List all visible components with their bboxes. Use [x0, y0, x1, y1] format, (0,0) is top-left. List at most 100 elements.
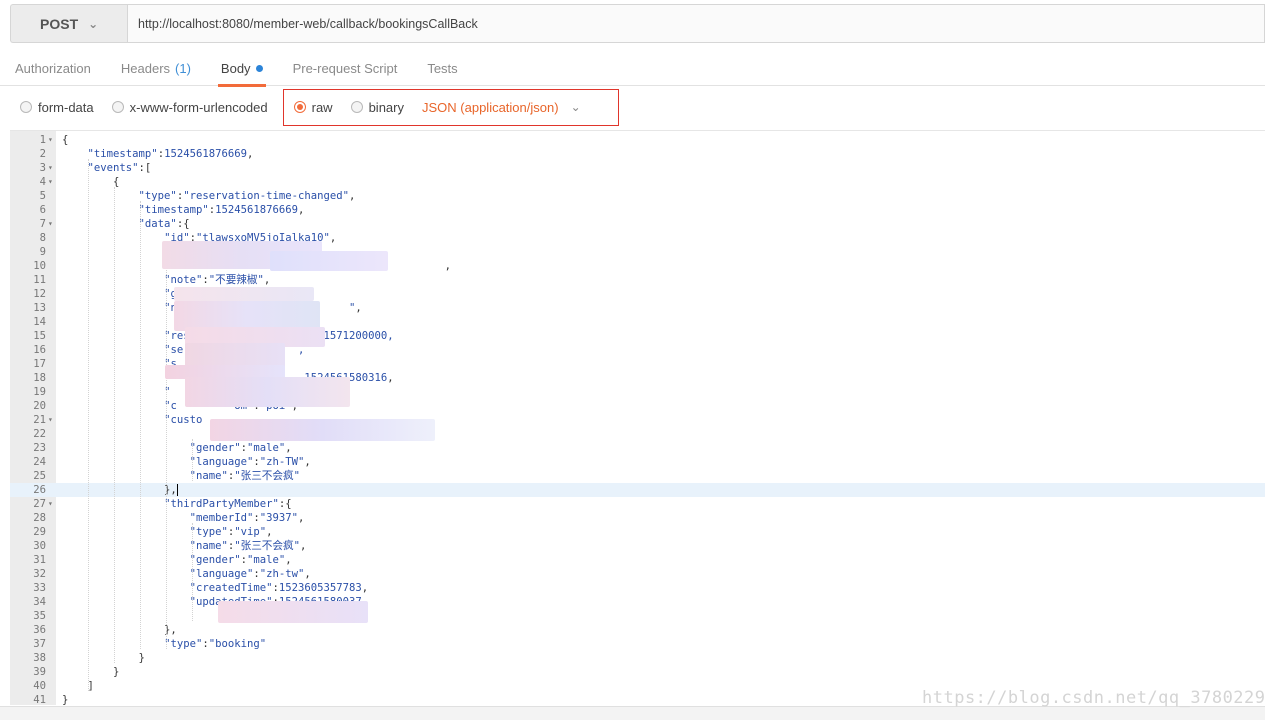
line-number: 1: [39, 134, 46, 146]
line-number: 36: [33, 624, 46, 636]
editor-line[interactable]: 33 "createdTime":1523605357783,: [10, 581, 1265, 595]
redaction-mosaic: [270, 251, 388, 271]
code-text: "type":"vip",: [189, 526, 273, 538]
fold-toggle-icon[interactable]: ▾: [48, 413, 53, 427]
mode-label: x-www-form-urlencoded: [129, 99, 268, 115]
line-number: 33: [33, 582, 46, 594]
redaction-mosaic: [210, 419, 435, 441]
editor-line[interactable]: 1 ▾ {: [10, 133, 1265, 147]
editor-line[interactable]: 24 "language":"zh-TW",: [10, 455, 1265, 469]
code-text: "data":{: [138, 218, 190, 230]
code-text: {: [62, 176, 120, 188]
indent-guide: [166, 243, 167, 649]
request-bar: POST ⌄ http://localhost:8080/member-web/…: [10, 4, 1265, 43]
tab-pre-request-script[interactable]: Pre-request Script: [278, 50, 413, 86]
mode-form-data[interactable]: form-data: [20, 100, 94, 115]
editor-line[interactable]: 37 "type":"booking": [10, 637, 1265, 651]
code-text: }: [62, 652, 145, 664]
headers-count-badge: (1): [175, 60, 191, 76]
editor-line[interactable]: 32 "language":"zh-tw",: [10, 567, 1265, 581]
line-number: 6: [39, 204, 46, 216]
editor-line[interactable]: 30 "name":"张三不会疯",: [10, 539, 1265, 553]
line-number: 38: [33, 652, 46, 664]
line-number: 2: [39, 148, 46, 160]
code-text: ]: [62, 680, 94, 692]
code-text: }: [62, 694, 69, 705]
code-text: },: [62, 624, 177, 636]
editor-line[interactable]: 27 ▾ "thirdPartyMember":{: [10, 497, 1265, 511]
annotation-highlight-box: [283, 89, 619, 126]
editor-line[interactable]: 26 },: [10, 483, 1265, 497]
editor-line[interactable]: 4 ▾ {: [10, 175, 1265, 189]
mode-urlencoded[interactable]: x-www-form-urlencoded: [111, 99, 268, 115]
radio-icon[interactable]: [111, 101, 124, 113]
code-text: "timestamp":1524561876669,: [87, 148, 254, 160]
editor-line[interactable]: 21 ▾ "custo: [10, 413, 1265, 427]
code-text: "custo: [164, 414, 203, 426]
editor-line[interactable]: 23 "gender":"male",: [10, 441, 1265, 455]
line-number: 29: [33, 526, 46, 538]
code-text: ": [164, 386, 171, 398]
line-number: 32: [33, 568, 46, 580]
line-number: 28: [33, 512, 46, 524]
tab-authorization[interactable]: Authorization: [0, 50, 106, 86]
modified-dot-icon: [255, 64, 263, 72]
editor-line[interactable]: 36 },: [10, 623, 1265, 637]
fold-toggle-icon[interactable]: ▾: [48, 497, 53, 511]
line-number: 16: [33, 344, 46, 356]
method-select[interactable]: POST ⌄: [10, 4, 127, 43]
code-text: "name":"张三不会疯": [189, 470, 300, 482]
editor-line[interactable]: 5 "type":"reservation-time-changed",: [10, 189, 1265, 203]
fold-toggle-icon[interactable]: ▾: [48, 133, 53, 147]
editor-line[interactable]: 22: [10, 427, 1265, 441]
line-number: 37: [33, 638, 46, 650]
fold-toggle-icon[interactable]: ▾: [48, 175, 53, 189]
line-number: 21: [33, 414, 46, 426]
line-number: 30: [33, 540, 46, 552]
tab-tests[interactable]: Tests: [412, 50, 472, 86]
editor-line[interactable]: 34 "updatedTime":1524561580037,: [10, 595, 1265, 609]
code-text: "gender":"male",: [189, 442, 292, 454]
editor-line[interactable]: 11 "note":"不要辣椒",: [10, 273, 1265, 287]
line-number: 26: [33, 484, 46, 496]
url-text: http://localhost:8080/member-web/callbac…: [138, 16, 478, 31]
method-label: POST: [40, 15, 79, 32]
code-text: "gender":"male",: [189, 554, 292, 566]
line-number: 14: [33, 316, 46, 328]
editor-line[interactable]: 31 "gender":"male",: [10, 553, 1265, 567]
editor-line[interactable]: 38 }: [10, 651, 1265, 665]
tab-headers[interactable]: Headers (1): [106, 50, 206, 86]
editor-line[interactable]: 3 ▾ "events":[: [10, 161, 1265, 175]
mode-label: form-data: [38, 99, 94, 115]
fold-toggle-icon[interactable]: ▾: [48, 217, 53, 231]
request-tabs: Authorization Headers (1) Body Pre-reque…: [0, 50, 1265, 87]
editor-line[interactable]: 29 "type":"vip",: [10, 525, 1265, 539]
tab-label: Headers: [120, 60, 171, 76]
editor-line[interactable]: 28 "memberId":"3937",: [10, 511, 1265, 525]
indent-guide: [192, 439, 193, 481]
fold-toggle-icon[interactable]: ▾: [48, 161, 53, 175]
line-number: 13: [33, 302, 46, 314]
status-bar: [0, 706, 1265, 720]
code-editor[interactable]: 1 ▾{2 "timestamp":1524561876669, 3 ▾ "event…: [10, 130, 1265, 705]
line-number: 11: [33, 274, 46, 286]
line-number: 19: [33, 386, 46, 398]
redaction-mosaic: [174, 287, 314, 301]
editor-line[interactable]: 35: [10, 609, 1265, 623]
editor-line[interactable]: 6 "timestamp":1524561876669,: [10, 203, 1265, 217]
code-text: "type":"booking": [164, 638, 267, 650]
editor-line[interactable]: 25 "name":"张三不会疯": [10, 469, 1265, 483]
editor-line[interactable]: 7 ▾ "data":{: [10, 217, 1265, 231]
radio-icon[interactable]: [20, 101, 32, 113]
code-text: "timestamp":1524561876669,: [138, 204, 305, 216]
line-number: 20: [33, 400, 46, 412]
url-input[interactable]: http://localhost:8080/member-web/callbac…: [127, 4, 1265, 43]
editor-line[interactable]: 39 }: [10, 665, 1265, 679]
editor-line[interactable]: 2 "timestamp":1524561876669,: [10, 147, 1265, 161]
tab-label: Tests: [427, 60, 458, 76]
text-cursor: [176, 484, 178, 496]
line-number: 22: [33, 428, 46, 440]
watermark-text: https://blog.csdn.net/qq_37802298: [922, 688, 1265, 708]
code-text: "name":"张三不会疯",: [189, 540, 307, 552]
tab-body[interactable]: Body: [206, 50, 278, 87]
